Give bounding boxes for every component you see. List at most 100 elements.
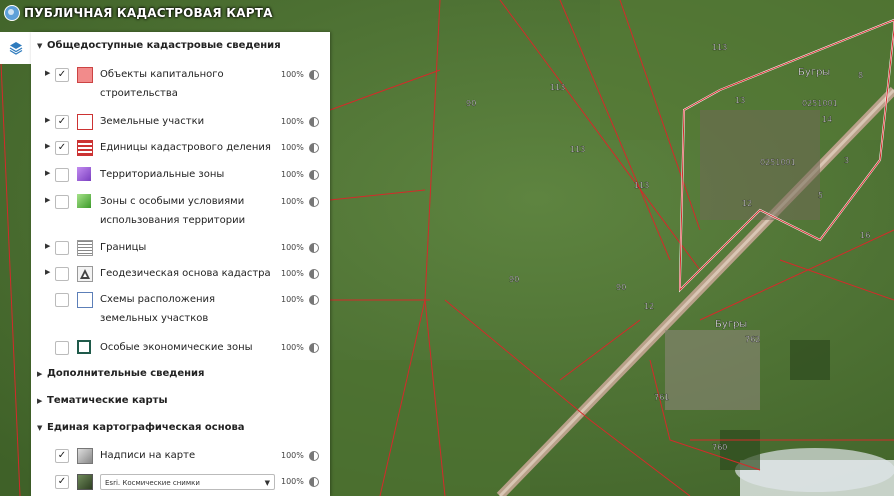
section-additional-info[interactable]: ▶ Дополнительные сведения <box>37 368 204 379</box>
layer-row-geodetic-base[interactable]: ▶ Геодезическая основа кадастра 100% <box>31 264 330 284</box>
expand-arrow-icon[interactable]: ▶ <box>45 196 50 204</box>
map-label: Бугры <box>798 67 830 78</box>
opacity-icon[interactable] <box>309 117 319 127</box>
borders-swatch-icon <box>77 240 93 256</box>
map-label: Бугры <box>715 319 747 330</box>
layer-checkbox[interactable] <box>55 267 69 281</box>
section-base-map[interactable]: ▼ Единая картографическая основа <box>37 422 245 433</box>
globe-icon <box>4 5 20 21</box>
map-label: 90 <box>509 275 519 284</box>
special-zones-swatch-icon <box>77 194 91 208</box>
map-label: 113 <box>712 43 727 52</box>
layer-checkbox[interactable] <box>55 293 69 307</box>
opacity-icon[interactable] <box>309 143 319 153</box>
expand-arrow-icon[interactable]: ▶ <box>45 242 50 250</box>
map-label: 90 <box>616 283 626 292</box>
opacity-value: 100% <box>281 170 304 179</box>
app-header: ПУБЛИЧНАЯ КАДАСТРОВАЯ КАРТА <box>0 0 273 26</box>
section-public-cadastral[interactable]: ▼ Общедоступные кадастровые сведения <box>37 40 281 51</box>
map-label: 12 <box>644 302 654 311</box>
layer-checkbox[interactable]: ✓ <box>55 475 69 489</box>
layer-checkbox[interactable]: ✓ <box>55 68 69 82</box>
chevron-down-icon: ▼ <box>37 423 43 432</box>
map-label: 90 <box>466 99 476 108</box>
map-label: 14 <box>822 115 832 124</box>
layers-panel: ▼ Общедоступные кадастровые сведения ▶ ✓… <box>31 32 330 496</box>
app-title: ПУБЛИЧНАЯ КАДАСТРОВАЯ КАРТА <box>24 6 273 20</box>
layer-row-economic-zones[interactable]: Особые экономические зоны 100% <box>31 338 330 358</box>
layer-row-basemap-select[interactable]: ✓ Esri. Космические снимки ▼ 100% <box>31 472 330 492</box>
map-label: 761 <box>654 393 669 402</box>
layer-label: Надписи на карте <box>100 450 196 461</box>
opacity-icon[interactable] <box>309 197 319 207</box>
opacity-value: 100% <box>281 269 304 278</box>
opacity-value: 100% <box>281 451 304 460</box>
layer-checkbox[interactable] <box>55 341 69 355</box>
layer-label: Особые экономические зоны <box>100 342 253 353</box>
opacity-value: 100% <box>281 70 304 79</box>
layer-checkbox[interactable]: ✓ <box>55 449 69 463</box>
expand-arrow-icon[interactable]: ▶ <box>45 116 50 124</box>
opacity-value: 100% <box>281 143 304 152</box>
opacity-icon[interactable] <box>309 70 319 80</box>
map-label: 113 <box>570 145 585 154</box>
layer-checkbox[interactable] <box>55 241 69 255</box>
layers-icon <box>9 42 22 55</box>
layer-label: Геодезическая основа кадастра <box>100 268 271 279</box>
layer-label: Схемы расположения земельных участков <box>100 294 216 324</box>
layer-label: Объекты капитального строительства <box>100 69 224 99</box>
geodetic-triangle-icon <box>77 266 93 282</box>
opacity-value: 100% <box>281 197 304 206</box>
economic-zones-swatch-icon <box>77 340 91 354</box>
section-thematic-maps[interactable]: ▶ Тематические карты <box>37 395 168 406</box>
layer-row-territorial-zones[interactable]: ▶ Территориальные зоны 100% <box>31 165 330 185</box>
layer-row-map-labels[interactable]: ✓ Надписи на карте 100% <box>31 446 330 466</box>
map-label: 13 <box>735 96 745 105</box>
layer-row-capital-objects[interactable]: ▶ ✓ Объекты капитального строительства 1… <box>31 65 330 103</box>
layer-checkbox[interactable] <box>55 195 69 209</box>
layer-checkbox[interactable]: ✓ <box>55 141 69 155</box>
expand-arrow-icon[interactable]: ▶ <box>45 142 50 150</box>
layer-checkbox[interactable] <box>55 168 69 182</box>
layer-row-borders[interactable]: ▶ Границы 100% <box>31 238 330 258</box>
satellite-thumbnail-icon <box>77 474 93 490</box>
land-plots-swatch-icon <box>77 114 93 130</box>
opacity-icon[interactable] <box>309 477 319 487</box>
basemap-select[interactable]: Esri. Космические снимки ▼ <box>100 474 275 490</box>
layer-row-layout-schemes[interactable]: Схемы расположения земельных участков 10… <box>31 290 330 328</box>
expand-arrow-icon[interactable]: ▶ <box>45 69 50 77</box>
chevron-down-icon: ▼ <box>37 41 43 50</box>
layer-checkbox[interactable]: ✓ <box>55 115 69 129</box>
map-label: 0251001 <box>760 158 796 167</box>
chevron-right-icon: ▶ <box>37 369 43 378</box>
chevron-right-icon: ▶ <box>37 396 43 405</box>
layer-row-cadastral-division[interactable]: ▶ ✓ Единицы кадастрового деления 100% <box>31 138 330 158</box>
map-label: 0251001 <box>802 99 838 108</box>
layer-label: Зоны с особыми условиями использования т… <box>100 196 246 226</box>
opacity-icon[interactable] <box>309 451 319 461</box>
layer-label: Территориальные зоны <box>100 169 225 180</box>
opacity-value: 100% <box>281 343 304 352</box>
expand-arrow-icon[interactable]: ▶ <box>45 268 50 276</box>
dropdown-arrow-icon: ▼ <box>264 479 270 487</box>
layer-row-land-plots[interactable]: ▶ ✓ Земельные участки 100% <box>31 112 330 132</box>
opacity-icon[interactable] <box>309 269 319 279</box>
opacity-value: 100% <box>281 295 304 304</box>
opacity-value: 100% <box>281 117 304 126</box>
opacity-icon[interactable] <box>309 243 319 253</box>
map-label: 113 <box>550 83 565 92</box>
map-label: 113 <box>634 181 649 190</box>
opacity-icon[interactable] <box>309 343 319 353</box>
labels-thumbnail-icon <box>77 448 93 464</box>
map-label: 16 <box>860 231 870 240</box>
cadastral-division-swatch-icon <box>77 140 93 156</box>
expand-arrow-icon[interactable]: ▶ <box>45 169 50 177</box>
opacity-value: 100% <box>281 477 304 486</box>
map-label: 5 <box>818 191 823 200</box>
territorial-zones-swatch-icon <box>77 167 91 181</box>
layers-toggle-button[interactable] <box>0 32 32 64</box>
opacity-icon[interactable] <box>309 295 319 305</box>
layer-row-special-zones[interactable]: ▶ Зоны с особыми условиями использования… <box>31 192 330 230</box>
map-label: 3 <box>844 156 849 165</box>
opacity-icon[interactable] <box>309 170 319 180</box>
